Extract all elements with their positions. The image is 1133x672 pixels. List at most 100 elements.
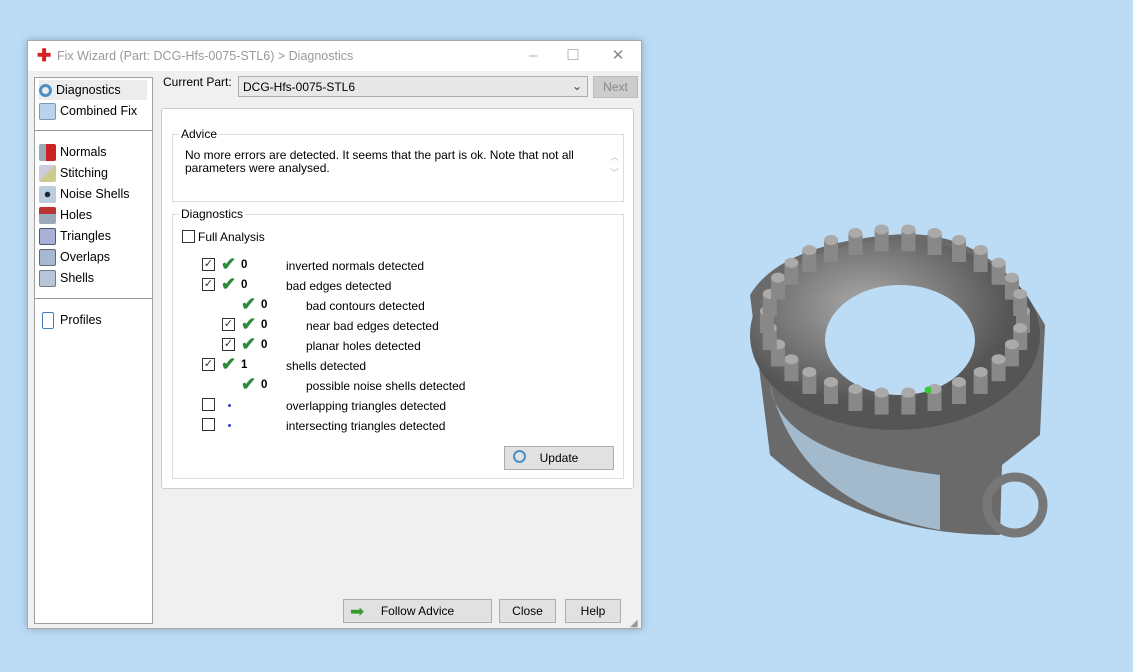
row-count: 0 (261, 299, 268, 311)
green-check-icon: ✔ (241, 374, 257, 394)
row-label: bad contours detected (306, 299, 425, 313)
cube-red-icon (39, 143, 56, 161)
sidebar: Diagnostics Combined Fix Normals Stitchi… (34, 77, 153, 624)
pending-dot-icon (228, 404, 231, 407)
row-label: intersecting triangles detected (286, 419, 446, 433)
pin (874, 387, 889, 415)
update-label: Update (539, 451, 579, 465)
sidebar-item-label: Holes (60, 208, 92, 222)
chevron-down-icon: ⌄ (571, 79, 582, 93)
current-part-dropdown[interactable]: DCG-Hfs-0075-STL6 ⌄ (238, 76, 588, 97)
pin (901, 224, 916, 252)
sidebar-item-diagnostics[interactable]: Diagnostics (39, 80, 147, 100)
row-checkbox[interactable]: ✓ (222, 318, 235, 331)
cube-hole-icon (39, 206, 56, 224)
row-checkbox[interactable] (202, 418, 215, 431)
follow-advice-label: Follow Advice (380, 604, 455, 618)
sidebar-item-overlaps[interactable]: Overlaps (39, 247, 110, 267)
row-count: 0 (261, 319, 268, 331)
pending-dot-icon (228, 424, 231, 427)
current-part-value: DCG-Hfs-0075-STL6 (243, 80, 356, 94)
maximize-button[interactable]: ☐ (553, 44, 593, 68)
row-checkbox[interactable]: ✓ (202, 358, 215, 371)
cube-stitch-icon (39, 164, 56, 182)
pin (927, 228, 942, 256)
sidebar-item-combined-fix[interactable]: Combined Fix (39, 101, 137, 121)
advice-text: No more errors are detected. It seems th… (185, 148, 574, 175)
row-checkbox[interactable]: ✓ (202, 258, 215, 271)
diagnostics-legend: Diagnostics (179, 207, 246, 221)
green-check-icon: ✔ (221, 354, 237, 374)
close-window-button[interactable]: ✕ (598, 44, 638, 68)
divider (35, 298, 152, 299)
sidebar-item-label: Stitching (60, 166, 108, 180)
minimize-button[interactable]: – (513, 44, 553, 68)
row-label: overlapping triangles detected (286, 399, 447, 413)
pin (952, 234, 966, 262)
pin (973, 366, 988, 394)
pin (848, 228, 863, 256)
advice-group: Advice No more errors are detected. It s… (172, 127, 624, 202)
window-title: Fix Wizard (Part: DCG-Hfs-0075-STL6) > D… (57, 49, 354, 63)
pin (973, 245, 988, 273)
sidebar-item-triangles[interactable]: Triangles (39, 226, 111, 246)
pin (824, 234, 838, 262)
row-label: bad edges detected (286, 279, 392, 293)
green-arrow-icon: ➡ (350, 602, 365, 621)
3d-model-viewport[interactable] (740, 205, 1070, 550)
row-label: planar holes detected (306, 339, 421, 353)
sidebar-item-label: Noise Shells (60, 187, 130, 201)
fix-wizard-window: ✚ Fix Wizard (Part: DCG-Hfs-0075-STL6) >… (27, 40, 642, 629)
marker-point (924, 386, 932, 394)
pin (784, 257, 799, 285)
document-icon (42, 311, 54, 329)
divider (35, 130, 152, 131)
sidebar-item-profiles[interactable]: Profiles (39, 310, 102, 330)
pin (802, 366, 817, 394)
help-button[interactable]: Help (565, 599, 621, 623)
magnifier-icon (513, 450, 526, 463)
sidebar-item-stitching[interactable]: Stitching (39, 163, 108, 183)
full-analysis-checkbox[interactable] (182, 230, 195, 243)
cube-stack-icon (39, 102, 56, 120)
row-label: near bad edges detected (306, 319, 439, 333)
sidebar-item-label: Overlaps (60, 250, 111, 264)
magnifier-icon (39, 83, 52, 97)
diagnostics-group: Diagnostics Full Analysis ✓ ✔ 0 inverted no… (172, 207, 624, 479)
sidebar-item-label: Combined Fix (60, 104, 138, 118)
cube-triangles-icon (39, 227, 56, 245)
resize-grip[interactable]: ◢ (630, 618, 638, 629)
row-count: 1 (241, 359, 248, 371)
follow-advice-button[interactable]: ➡ Follow Advice (343, 599, 492, 623)
green-check-icon: ✔ (221, 274, 237, 294)
sidebar-item-noise-shells[interactable]: Noise Shells (39, 184, 129, 204)
sidebar-item-normals[interactable]: Normals (39, 142, 107, 162)
pin (952, 377, 966, 405)
row-label: shells detected (286, 359, 367, 373)
pin (991, 354, 1006, 382)
row-checkbox[interactable]: ✓ (222, 338, 235, 351)
pin (874, 224, 889, 252)
cube-overlap-icon (39, 248, 56, 266)
next-button[interactable]: Next (593, 76, 638, 98)
sidebar-item-label: Profiles (60, 313, 102, 327)
sidebar-item-label: Shells (60, 271, 95, 285)
pin (784, 354, 799, 382)
sidebar-item-shells[interactable]: Shells (39, 268, 94, 288)
cube-shell-icon (39, 269, 56, 287)
pin (824, 377, 838, 405)
pin (1004, 339, 1019, 367)
green-check-icon: ✔ (241, 294, 257, 314)
advice-scrollbar[interactable]: ︿ ﹀ (610, 149, 619, 181)
green-check-icon: ✔ (221, 254, 237, 274)
advice-legend: Advice (179, 127, 220, 141)
close-button[interactable]: Close (499, 599, 556, 623)
row-checkbox[interactable]: ✓ (202, 278, 215, 291)
sidebar-item-label: Diagnostics (56, 83, 121, 97)
row-count: 0 (241, 259, 248, 271)
row-checkbox[interactable] (202, 398, 215, 411)
sidebar-item-holes[interactable]: Holes (39, 205, 92, 225)
update-button[interactable]: Update (504, 446, 614, 470)
sidebar-item-label: Triangles (60, 229, 111, 243)
sidebar-item-label: Normals (60, 145, 107, 159)
